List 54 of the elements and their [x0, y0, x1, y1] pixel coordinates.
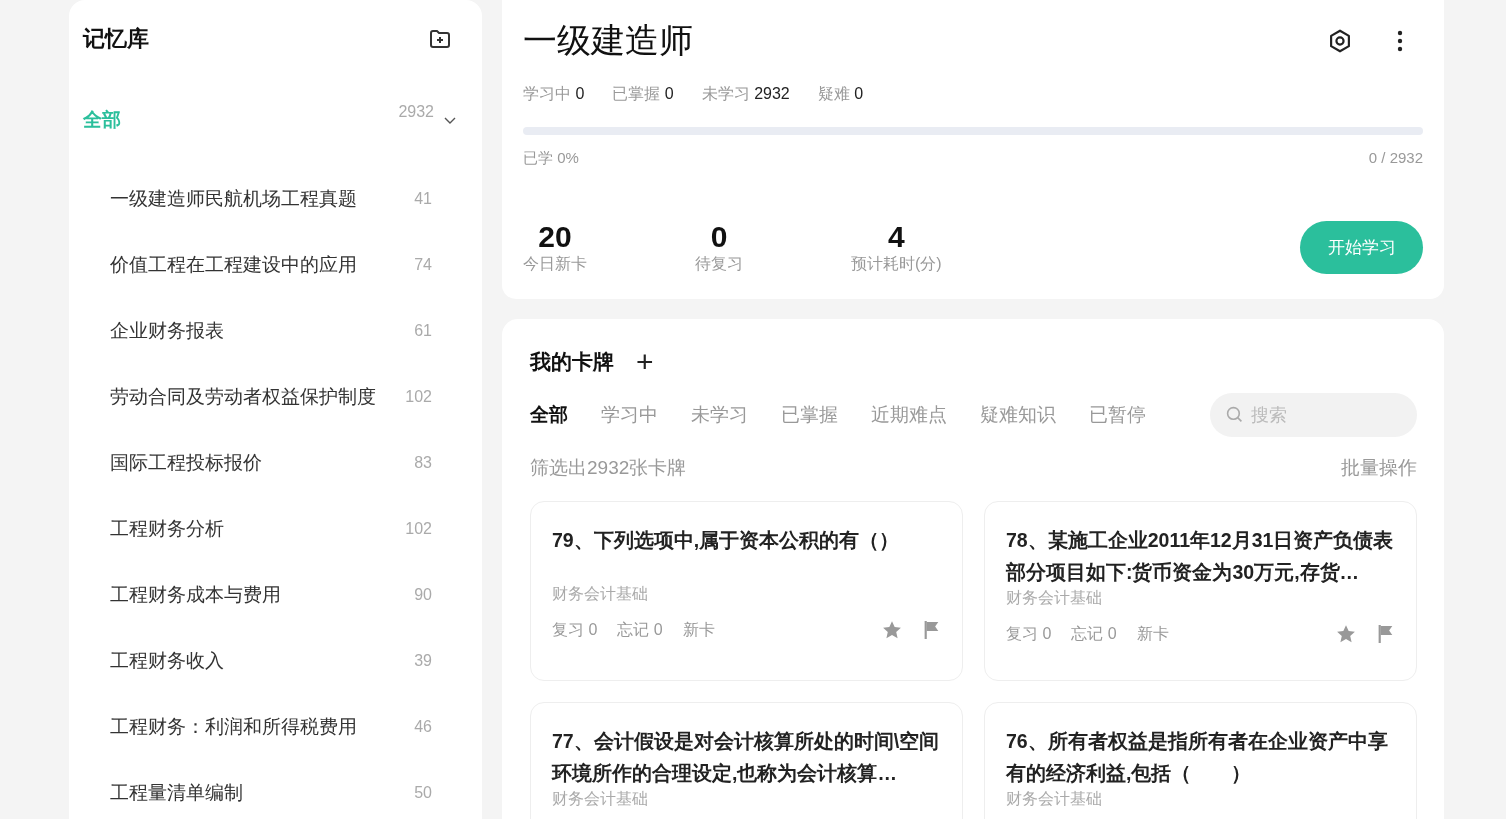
add-button[interactable]: +	[632, 347, 658, 377]
card-status: 新卡	[682, 619, 715, 640]
summary-label: 今日新卡	[523, 254, 587, 274]
tree-item[interactable]: 工程量清单编制 50	[83, 760, 458, 819]
summary-label: 预计耗时(分)	[851, 254, 942, 274]
stat-text: 疑难 0	[817, 84, 864, 104]
summary-label: 待复习	[695, 254, 743, 274]
progress-label: 已学 0%	[523, 149, 579, 168]
card-title: 79、下列选项中,属于资本公积的有（）	[552, 528, 901, 553]
progress-count: 0 / 2932	[1368, 149, 1423, 168]
tree-item[interactable]: 劳动合同及劳动者权益保护制度 102	[83, 364, 458, 430]
tree-item[interactable]: 国际工程投标报价 83	[83, 430, 458, 496]
card-category: 财务会计基础	[1006, 588, 1103, 608]
tree-item[interactable]: 价值工程在工程建设中的应用 74	[83, 232, 458, 298]
deck-title: 一级建造师	[523, 20, 693, 61]
tree-item[interactable]: 企业财务报表 61	[83, 298, 458, 364]
filter-tab[interactable]: 全部	[530, 402, 568, 428]
star-icon[interactable]	[881, 619, 903, 641]
flashcard[interactable]: 79、下列选项中,属于资本公积的有（） 财务会计基础 复习 0 忘记 0 新卡	[530, 501, 963, 681]
forget-count: 忘记 0	[617, 619, 663, 640]
tree-item[interactable]: 工程财务：利润和所得税费用 46	[83, 694, 458, 760]
card-title: 76、所有者权益是指所有者在企业资产中享有的经济利益,包括（ ）	[1006, 729, 1389, 786]
settings-icon[interactable]	[1327, 28, 1353, 54]
search-icon	[1226, 406, 1243, 423]
card-title: 77、会计假设是对会计核算所处的时间\空间环境所作的合理设定,也称为会计核算…	[552, 729, 941, 786]
tree-item[interactable]: 工程财务收入 39	[83, 628, 458, 694]
card-title: 78、某施工企业2011年12月31日资产负债表部分项目如下:货币资金为30万元,存货…	[1006, 528, 1395, 585]
review-count: 复习 0	[552, 619, 598, 640]
sidebar-title: 记忆库	[83, 25, 149, 53]
filter-count: 筛选出2932张卡牌	[530, 456, 687, 480]
flashcard[interactable]: 76、所有者权益是指所有者在企业资产中享有的经济利益,包括（ ） 财务会计基础	[984, 702, 1417, 819]
flashcard[interactable]: 77、会计假设是对会计核算所处的时间\空间环境所作的合理设定,也称为会计核算… 财务会计基础	[530, 702, 963, 819]
star-icon[interactable]	[1335, 623, 1357, 645]
more-icon[interactable]	[1397, 30, 1403, 52]
tree-item[interactable]: 工程财务成本与费用 90	[83, 562, 458, 628]
cards-title: 我的卡牌	[530, 349, 614, 375]
summary-value: 20	[538, 220, 572, 254]
card-category: 财务会计基础	[552, 584, 649, 604]
flag-icon[interactable]	[923, 620, 941, 640]
flag-icon[interactable]	[1377, 624, 1395, 644]
summary-value: 0	[710, 220, 728, 254]
stat-text: 学习中 0	[523, 84, 585, 104]
summary-value: 4	[888, 220, 905, 254]
stat-text: 已掌握 0	[612, 84, 674, 104]
stat-text: 未学习 2932	[701, 84, 790, 104]
card-category: 财务会计基础	[1006, 789, 1103, 809]
review-count: 复习 0	[1006, 623, 1052, 644]
forget-count: 忘记 0	[1071, 623, 1117, 644]
tree-item[interactable]: 工程财务分析 102	[83, 496, 458, 562]
card-category: 财务会计基础	[552, 789, 649, 809]
flashcard[interactable]: 78、某施工企业2011年12月31日资产负债表部分项目如下:货币资金为30万元,存货… 财务会计基础 复习 0 忘记 0 新卡	[984, 501, 1417, 681]
card-status: 新卡	[1136, 623, 1169, 644]
add-folder-icon[interactable]	[428, 27, 452, 51]
tree-item[interactable]: 一级建造师民航机场工程真题 41	[83, 166, 458, 232]
